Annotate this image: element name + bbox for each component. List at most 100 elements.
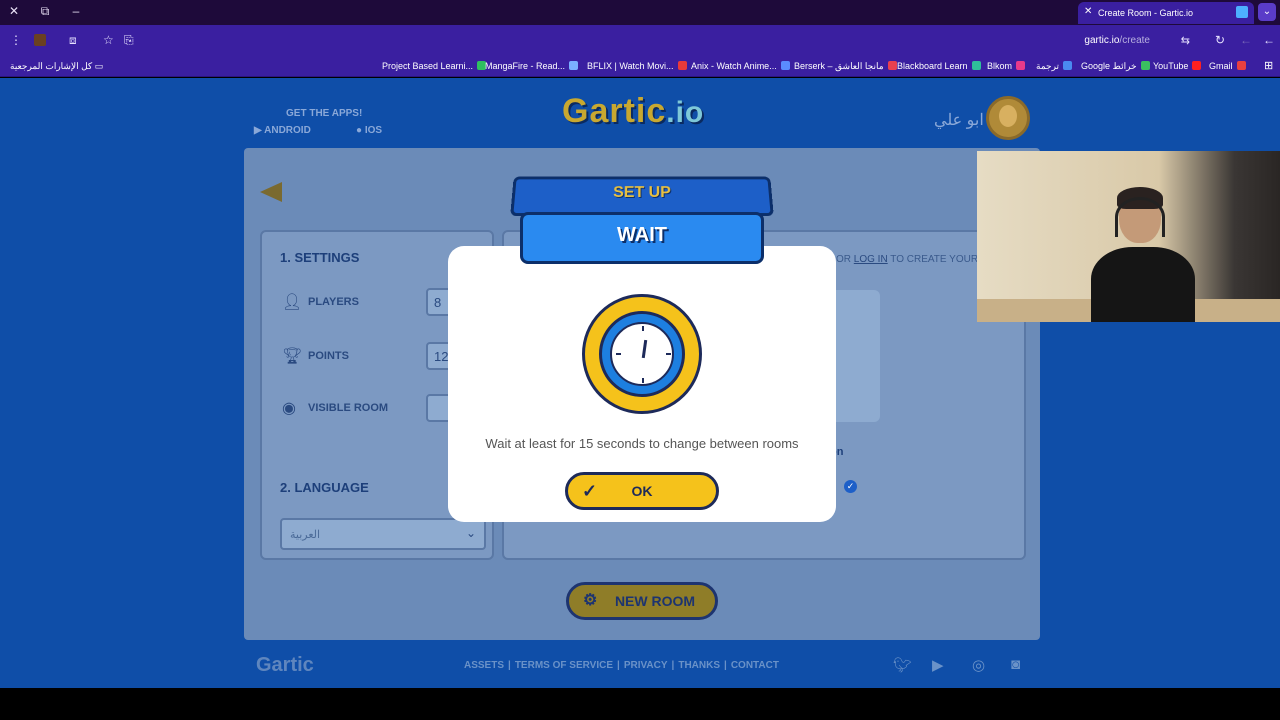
back-icon[interactable]: ← <box>1263 33 1275 47</box>
bookmark-item[interactable]: BFLIX | Watch Movi... <box>587 61 687 71</box>
restore-window-icon[interactable]: ⧉ <box>37 4 53 19</box>
bookmark-favicon-icon <box>1016 61 1026 70</box>
android-label: ANDROID <box>264 125 311 136</box>
url-text: gartic.io/create <box>1084 35 1150 46</box>
gartic-logo[interactable]: Gartic.io <box>562 92 704 131</box>
footer-logo[interactable]: Gartic <box>256 654 314 677</box>
footer-link-contact[interactable]: CONTACT <box>731 660 779 671</box>
gmail-favicon-icon <box>1236 61 1246 70</box>
instagram-icon[interactable]: ◎ <box>972 656 985 674</box>
webcam-person <box>1087 187 1195 322</box>
apps-grid-icon[interactable]: ⊞ <box>1264 59 1273 72</box>
url-host: gartic.io <box>1084 35 1120 46</box>
bookmark-item[interactable]: Berserk – مانجا العاشق <box>794 61 897 72</box>
clock-hand <box>641 339 648 359</box>
bookmark-label: Anix - Watch Anime... <box>691 61 777 71</box>
ios-link[interactable]: ● IOS <box>356 125 382 136</box>
tab-search-button[interactable]: ⌄ <box>1258 3 1276 21</box>
bookmark-label: Project Based Learni... <box>382 61 474 71</box>
bookmark-label: Gmail <box>1209 61 1233 71</box>
all-bookmarks-label: كل الإشارات المرجعية <box>10 61 93 71</box>
youtube-icon[interactable]: ▶ <box>932 656 944 674</box>
bookmark-star-icon[interactable]: ☆ <box>103 33 114 47</box>
logo-suffix: .io <box>666 96 705 129</box>
bookmark-item[interactable]: Anix - Watch Anime... <box>691 61 790 71</box>
bookmark-favicon-icon <box>569 61 579 70</box>
bookmark-favicon-icon <box>780 61 790 70</box>
bookmark-item[interactable]: Blackboard Learn <box>897 61 981 71</box>
bookmark-item[interactable]: ترجمة <box>1036 61 1073 72</box>
android-link[interactable]: ▶ ANDROID <box>254 125 311 136</box>
apple-icon: ● <box>356 125 363 136</box>
settings-title: 1. SETTINGS <box>280 250 360 265</box>
discord-icon[interactable]: ◙ <box>1011 656 1020 673</box>
webcam-overlay <box>977 151 1280 322</box>
footer-separator: | <box>671 660 675 671</box>
bottom-black-bar <box>0 688 1280 720</box>
menu-kebab-icon[interactable]: ⋮ <box>10 33 22 47</box>
reload-icon[interactable]: ↻ <box>1215 33 1225 47</box>
bookmark-item[interactable]: Google خرائط <box>1081 61 1150 72</box>
bookmark-item[interactable]: Blkom <box>987 61 1026 71</box>
setup-banner-text: SET UP <box>612 184 671 201</box>
check-circle-icon: ✓ <box>844 480 857 493</box>
footer-link-assets[interactable]: ASSETS <box>464 660 504 671</box>
username: ابو علي <box>934 112 984 129</box>
bookmark-label: MangaFire - Read... <box>485 61 566 71</box>
headset-icon <box>1115 197 1165 237</box>
login-link[interactable]: LOG IN <box>854 254 888 265</box>
all-bookmarks[interactable]: كل الإشارات المرجعية ▭ <box>10 61 103 72</box>
bookmark-favicon-icon <box>677 61 687 70</box>
language-title: 2. LANGUAGE <box>280 480 369 495</box>
points-label: POINTS <box>308 350 349 362</box>
chevron-down-icon: ⌄ <box>465 526 476 540</box>
clock-ring <box>599 311 685 397</box>
checkmark-icon: ✓ <box>582 481 598 501</box>
youtube-favicon-icon <box>1192 61 1202 70</box>
bookmark-favicon-icon <box>971 61 981 70</box>
footer-links: ASSETS | TERMS OF SERVICE | PRIVACY | THANKS | C… <box>464 660 779 671</box>
android-icon: ▶ <box>254 125 262 136</box>
footer-link-terms[interactable]: TERMS OF SERVICE <box>515 660 613 671</box>
dialog-banner: SET UP WAIT <box>510 176 774 268</box>
footer-separator: | <box>508 660 511 671</box>
extensions-puzzle-icon[interactable]: ⧈ <box>69 33 77 48</box>
avatar[interactable] <box>986 96 1030 140</box>
new-room-label: NEW ROOM <box>614 593 696 609</box>
twitter-icon[interactable]: 🐦︎ <box>893 656 912 674</box>
login-note: OR LOG IN TO CREATE YOUR <box>836 254 978 265</box>
close-tab-icon[interactable]: ✕ <box>1084 6 1092 17</box>
active-tab[interactable]: ✕ Create Room - Gartic.io <box>1078 2 1254 24</box>
get-apps-label: GET THE APPS! <box>286 108 363 119</box>
bookmarks-bar: كل الإشارات المرجعية ▭ Project Based Lea… <box>0 55 1280 77</box>
clock-tick <box>616 353 621 355</box>
visible-room-label: VISIBLE ROOM <box>308 402 389 414</box>
bookmark-item[interactable]: Project Based Learni... <box>382 61 487 71</box>
footer-link-privacy[interactable]: PRIVACY <box>624 660 668 671</box>
setup-banner: SET UP <box>510 176 774 217</box>
new-room-button[interactable]: ⚙ NEW ROOM <box>566 582 718 620</box>
browser-tabbar: ✕ ⧉ – + ✕ Create Room - Gartic.io ⌄ <box>0 0 1280 25</box>
back-arrow-icon[interactable] <box>260 182 282 202</box>
ok-button[interactable]: ✓ OK <box>565 472 719 510</box>
address-bar[interactable]: gartic.io/create ⇆ <box>150 29 1200 51</box>
install-app-icon[interactable]: ⎘ <box>124 33 134 48</box>
bookmark-item[interactable]: YouTube <box>1153 61 1202 71</box>
extension-icon[interactable] <box>34 34 46 46</box>
minimize-window-icon[interactable]: – <box>68 4 84 18</box>
webcam-person-body <box>1091 247 1195 322</box>
bookmark-item[interactable]: MangaFire - Read... <box>485 61 579 71</box>
eye-icon: ◉ <box>282 400 296 417</box>
bookmark-favicon-icon <box>887 61 897 70</box>
mouse-cursor-icon <box>660 428 665 438</box>
language-select[interactable]: العربية ⌄ <box>280 518 486 550</box>
site-settings-icon[interactable]: ⇆ <box>1181 34 1190 47</box>
footer-link-thanks[interactable]: THANKS <box>678 660 720 671</box>
close-window-icon[interactable]: ✕ <box>6 4 22 18</box>
bookmark-favicon-icon <box>1063 61 1073 70</box>
forward-icon[interactable]: ← <box>1240 33 1252 47</box>
login-suffix: TO CREATE YOUR <box>887 254 979 265</box>
bookmark-item[interactable]: Gmail <box>1209 61 1246 71</box>
ios-label: IOS <box>364 125 383 136</box>
clock-tick <box>642 378 644 383</box>
